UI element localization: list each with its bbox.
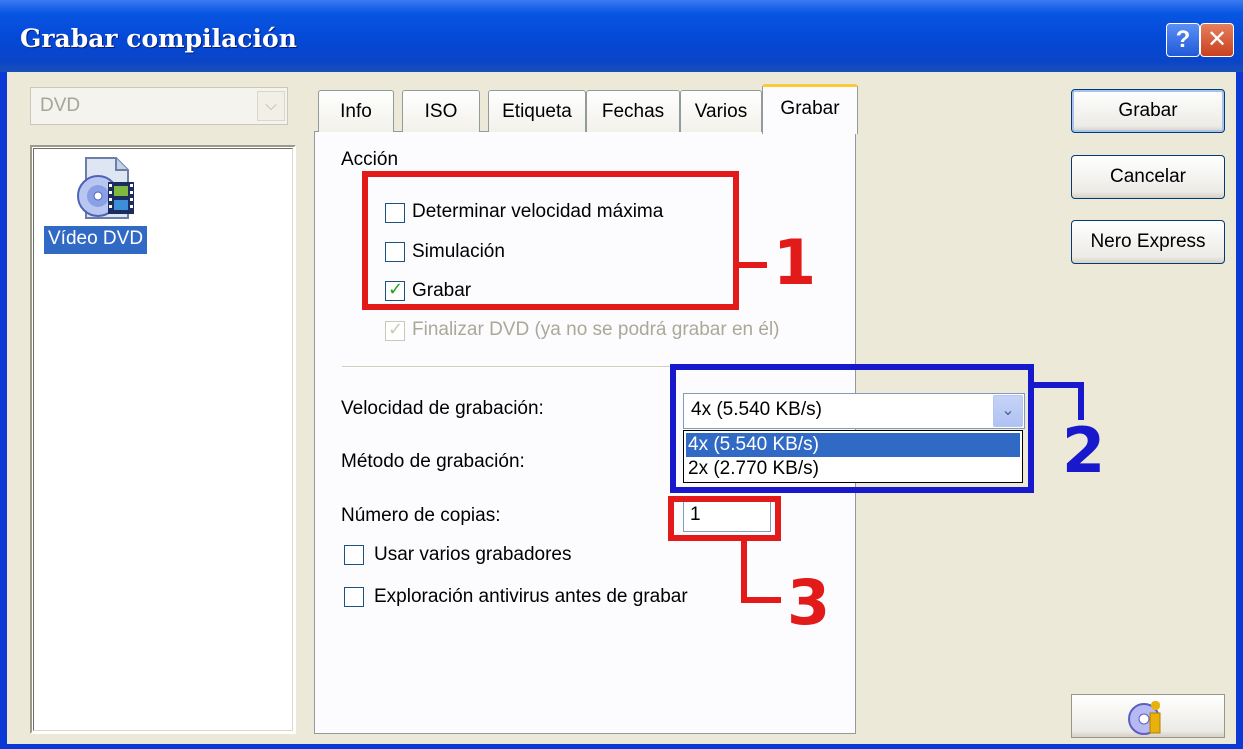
finalize-dvd-checkbox [385,319,405,341]
tab-iso[interactable]: ISO [402,90,480,132]
close-button[interactable]: ✕ [1200,23,1234,57]
combo-arrow-icon[interactable]: ⌵ [257,91,285,121]
tab-fechas[interactable]: Fechas [586,90,680,132]
annotation-connector-3b [741,597,781,603]
annotation-connector-3a [741,541,747,603]
antivirus-checkbox[interactable] [344,587,364,607]
annotation-box-2 [670,364,1034,493]
cancel-button[interactable]: Cancelar [1071,155,1225,199]
annotation-connector-2a [1034,382,1084,388]
tab-varios[interactable]: Varios [680,90,762,132]
window-title: Grabar compilación [20,24,297,53]
tab-etiqueta[interactable]: Etiqueta [488,90,586,132]
tab-info[interactable]: Info [318,90,394,132]
annotation-connector-1 [739,262,767,268]
burn-button[interactable]: Grabar [1071,89,1225,133]
method-label: Método de grabación: [341,451,525,472]
annotation-box-1 [362,171,739,310]
tab-grabar[interactable]: Grabar [762,84,858,134]
info-button[interactable] [1071,694,1225,738]
multi-recorder-label[interactable]: Usar varios grabadores [374,544,571,566]
help-button[interactable]: ? [1166,23,1200,57]
antivirus-label[interactable]: Exploración antivirus antes de grabar [374,586,688,608]
finalize-dvd-label: Finalizar DVD (ya no se podrá grabar en … [412,319,780,340]
compilation-type-value: DVD [40,95,81,116]
annotation-marker-3: 3 [787,566,831,639]
nero-express-button[interactable]: Nero Express [1071,220,1225,264]
multi-recorder-checkbox[interactable] [344,545,364,565]
action-group-label: Acción [341,149,399,170]
annotation-marker-1: 1 [773,226,817,299]
annotation-box-3 [668,496,781,541]
video-dvd-icon[interactable] [74,156,138,224]
speed-label: Velocidad de grabación: [341,398,544,419]
video-dvd-label[interactable]: Vídeo DVD [44,226,148,254]
annotation-marker-2: 2 [1062,414,1106,487]
info-disc-icon [1128,701,1161,735]
copies-label: Número de copias: [341,505,501,526]
